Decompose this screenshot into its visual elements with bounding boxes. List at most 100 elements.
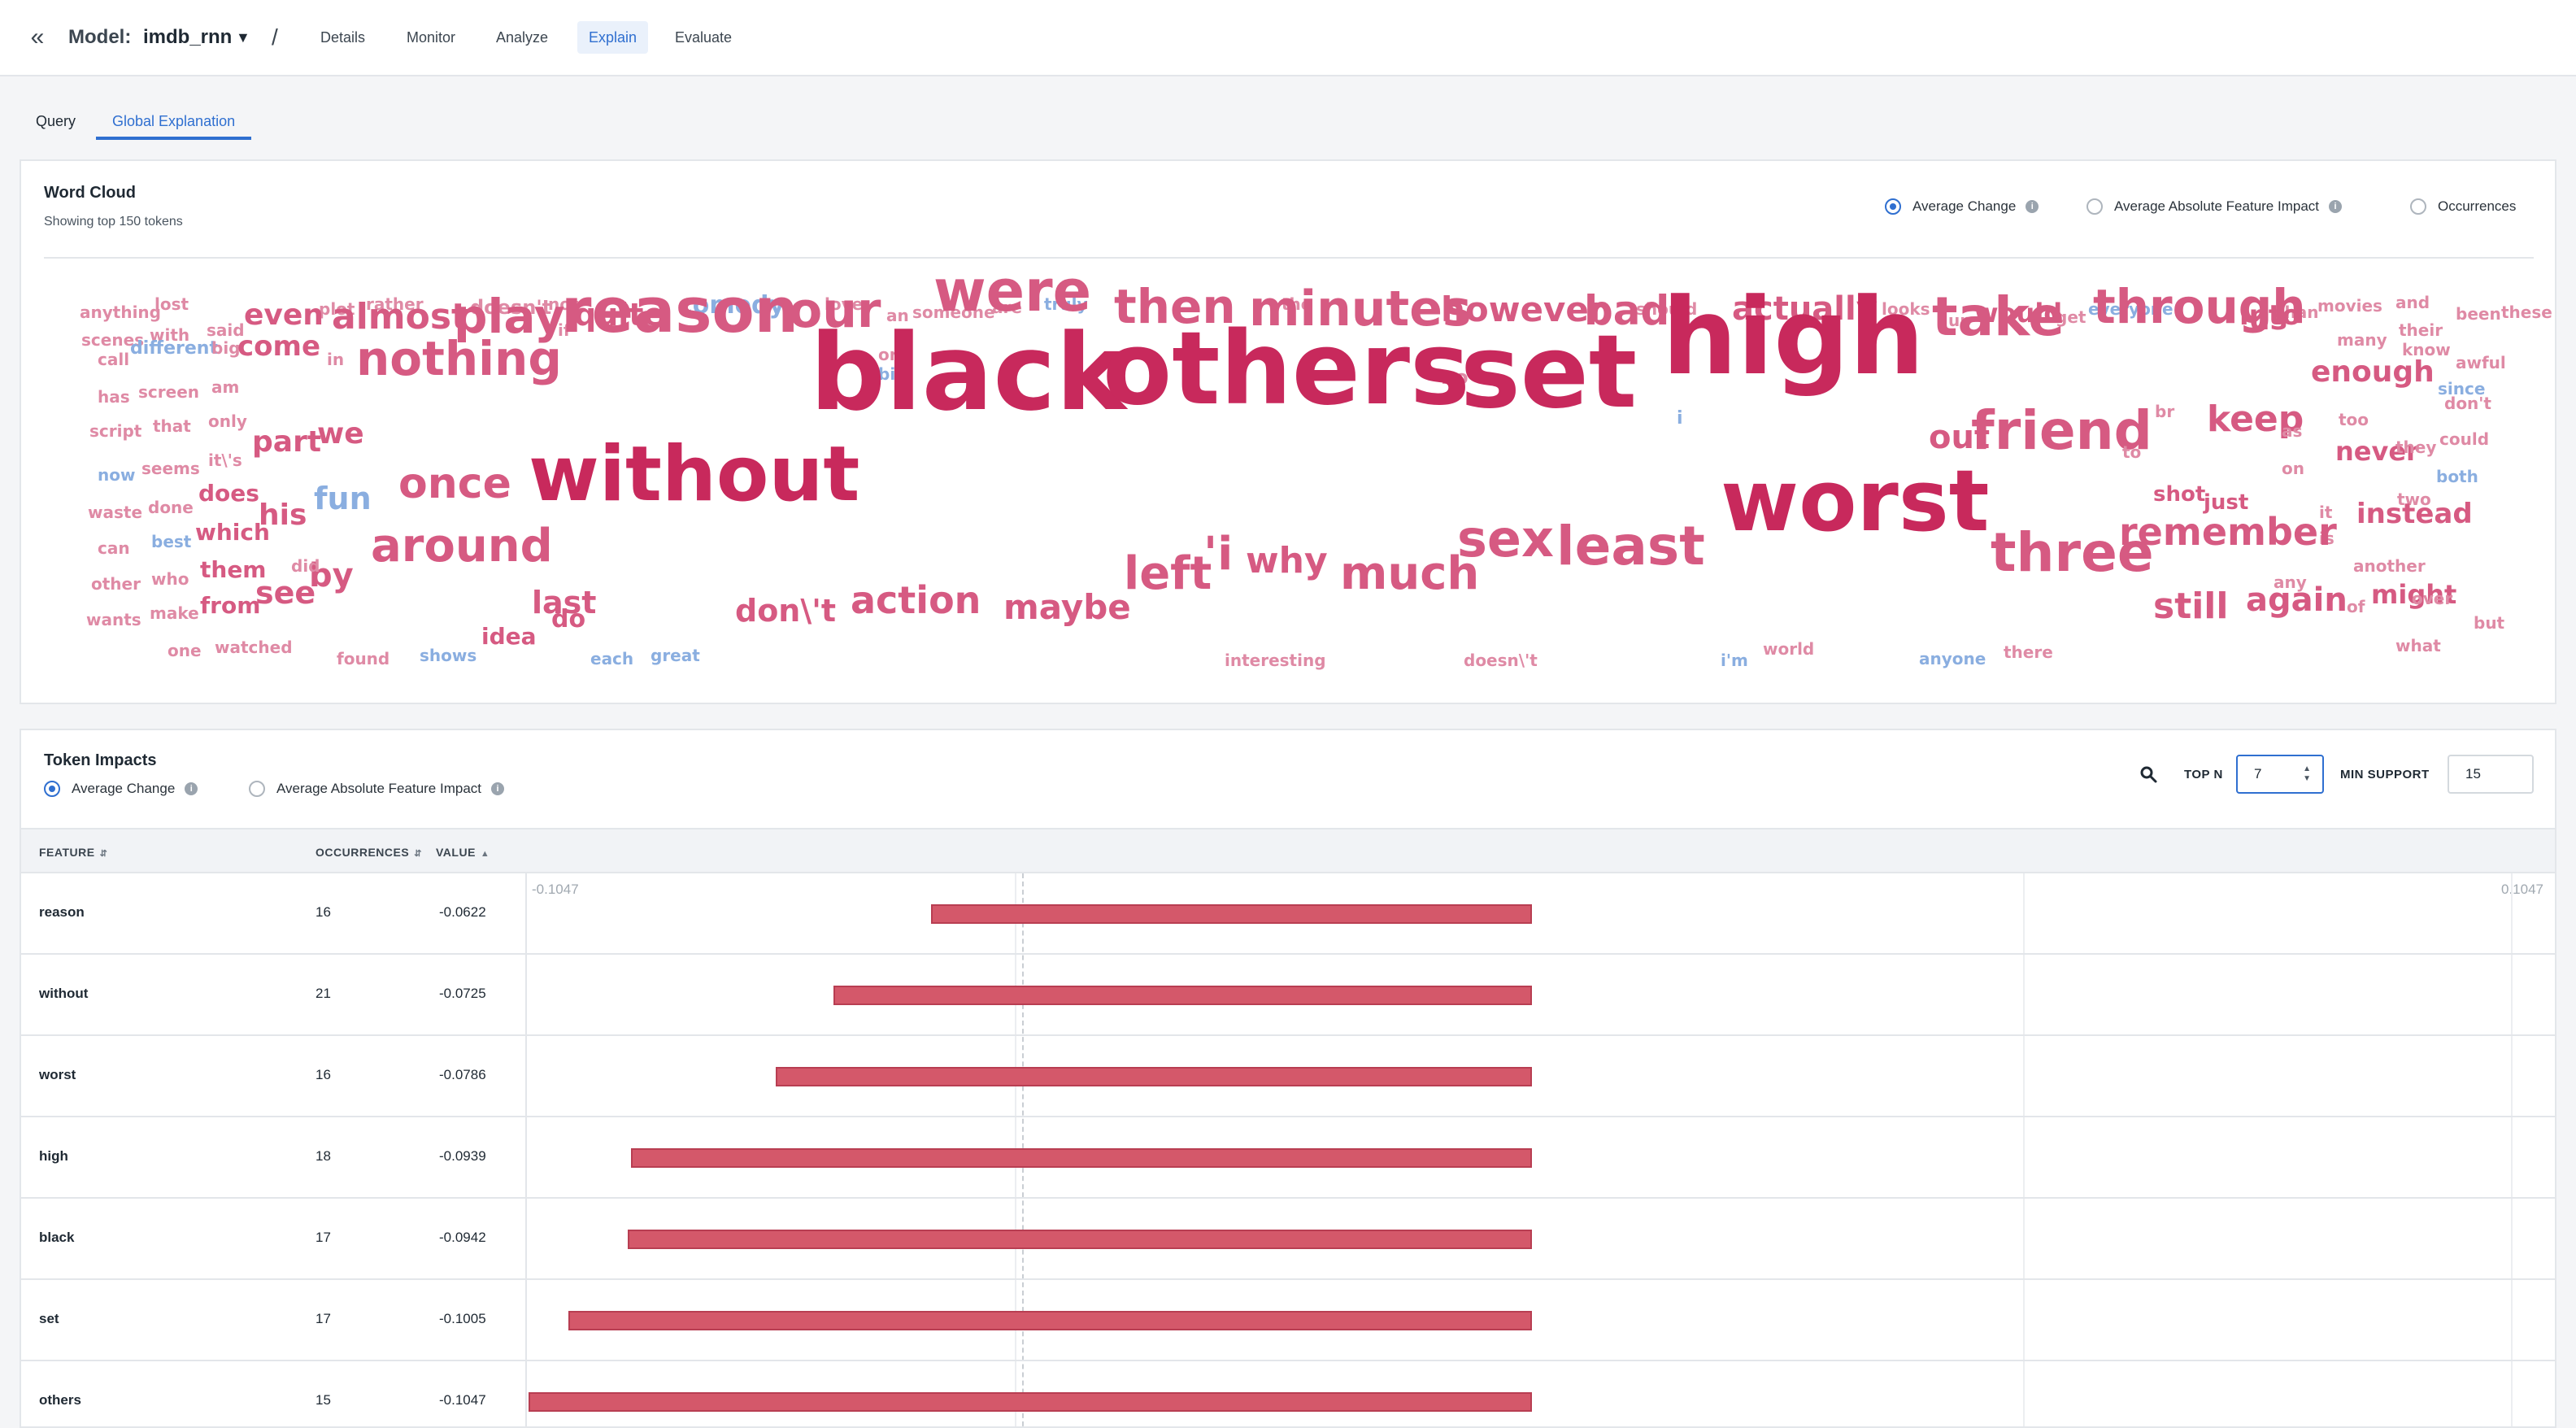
word-cloud-token[interactable]: once [398,463,511,505]
word-cloud-token[interactable]: nothing [356,335,562,382]
nav-details[interactable]: Details [309,21,376,54]
word-cloud-token[interactable]: 'i [1203,531,1233,577]
nav-monitor[interactable]: Monitor [395,21,467,54]
table-row[interactable]: high 18 -0.0939 [21,1117,2555,1199]
word-cloud-token[interactable]: am [211,379,239,395]
word-cloud-token[interactable]: screen [138,384,199,400]
word-cloud-token[interactable]: fun [314,483,372,514]
column-occurrences[interactable]: OCCURRENCES ⇵ [315,846,422,859]
word-cloud-token[interactable]: these [2501,304,2552,320]
word-cloud-token[interactable]: enough [2311,357,2435,387]
word-cloud-token[interactable]: interesting [1225,652,1326,668]
word-cloud-token[interactable]: great [651,647,700,664]
word-cloud-token[interactable]: come [237,333,320,360]
stepper-arrows-icon[interactable]: ▲ ▼ [2303,764,2311,784]
word-cloud-token[interactable]: idea [481,625,537,648]
word-cloud-token[interactable]: see [255,577,315,608]
word-cloud-token[interactable]: and [2395,294,2430,311]
word-cloud-token[interactable]: make [150,605,199,621]
word-cloud-token[interactable]: lost [154,296,189,312]
word-cloud-token[interactable]: black [810,320,1126,425]
word-cloud-token[interactable]: as [2282,423,2302,439]
word-cloud-token[interactable]: still [2153,589,2228,625]
word-cloud-token[interactable]: found [337,651,389,667]
word-cloud-token[interactable]: it\'s [208,452,242,468]
word-cloud-token[interactable]: done [148,499,194,516]
word-cloud-token[interactable]: anyone [1919,651,1986,667]
word-cloud-token[interactable]: call [98,351,129,368]
word-cloud-token[interactable]: sex [1457,514,1554,564]
word-cloud-token[interactable]: one [168,642,202,659]
word-cloud-token[interactable]: why [1246,543,1328,579]
word-cloud-token[interactable]: they [2395,439,2436,455]
word-cloud-token[interactable]: other [91,576,141,592]
word-cloud-token[interactable]: do [551,607,585,632]
word-cloud-token[interactable]: to [2122,444,2141,460]
option-average-change[interactable]: Average Change i [44,781,198,797]
word-cloud-token[interactable]: waste [88,504,142,520]
word-cloud-token[interactable]: i'm [1721,652,1748,668]
word-cloud-token[interactable]: left [1124,551,1212,597]
word-cloud-token[interactable]: over [2412,590,2452,607]
word-cloud-token[interactable]: only [208,413,247,429]
word-cloud-token[interactable]: high [1662,284,1925,390]
word-cloud-token[interactable]: but [2474,615,2504,631]
word-cloud-token[interactable]: big [211,340,241,356]
word-cloud-token[interactable]: who [151,571,189,587]
word-cloud-token[interactable]: their [2399,322,2443,338]
option-average-change[interactable]: Average Change i [1885,198,2039,215]
word-cloud-token[interactable]: can [98,540,130,556]
top-n-input[interactable]: 7 ▲ ▼ [2236,755,2324,794]
word-cloud-token[interactable]: three [1991,525,2154,580]
word-cloud-token[interactable]: wants [86,612,141,628]
option-occurrences[interactable]: Occurrences [2410,198,2516,215]
word-cloud-token[interactable]: take [1932,290,2065,344]
info-icon[interactable]: i [2026,200,2039,213]
table-row[interactable]: worst 16 -0.0786 [21,1036,2555,1117]
word-cloud-token[interactable]: i [1677,410,1683,428]
word-cloud-token[interactable]: around [371,523,553,569]
word-cloud-token[interactable]: set [1460,322,1637,423]
word-cloud-token[interactable]: action [851,581,981,619]
word-cloud-token[interactable]: maybe [1003,590,1131,625]
table-row[interactable]: reason 16 -0.0622 [21,873,2555,955]
option-average-absolute-feature-impact[interactable]: Average Absolute Feature Impact i [2086,198,2343,215]
word-cloud-token[interactable]: doesn\'t [1464,652,1538,668]
word-cloud-token[interactable]: another [2353,558,2426,574]
word-cloud-token[interactable]: without [529,437,859,513]
table-row[interactable]: set 17 -0.1005 [21,1280,2555,1361]
word-cloud-token[interactable]: there [2004,644,2053,660]
word-cloud-token[interactable]: many [2337,332,2387,348]
tab-query[interactable]: Query [36,107,76,140]
word-cloud-token[interactable]: does [198,481,259,505]
word-cloud-token[interactable]: reason [561,279,798,342]
word-cloud-token[interactable]: too [2339,411,2369,428]
word-cloud-token[interactable]: don't [2444,395,2491,411]
option-average-absolute-feature-impact[interactable]: Average Absolute Feature Impact i [249,781,505,797]
word-cloud-token[interactable]: shot [2153,484,2205,505]
word-cloud-token[interactable]: best [151,533,191,550]
word-cloud-token[interactable]: we [317,419,364,449]
column-value[interactable]: VALUE ▲ [436,846,490,859]
nav-explain[interactable]: Explain [577,21,649,54]
word-cloud-token[interactable]: us [2249,305,2287,335]
word-cloud-token[interactable]: worst [1721,459,1989,543]
word-cloud-token[interactable]: awful [2456,355,2506,371]
word-cloud-token[interactable]: instead [2356,500,2473,528]
word-cloud-token[interactable]: world [1763,641,1814,657]
search-icon[interactable] [2139,764,2158,784]
word-cloud-token[interactable]: been [2456,306,2501,322]
word-cloud-token[interactable]: each [590,651,633,667]
double-chevron-left-icon[interactable]: « [24,23,50,52]
word-cloud-token[interactable]: br [2155,403,2174,420]
word-cloud-token[interactable]: that [153,418,191,434]
info-icon[interactable]: i [2329,200,2343,213]
word-cloud-token[interactable]: don\'t [735,595,836,626]
word-cloud-token[interactable]: seems [141,460,200,477]
word-cloud-token[interactable]: least [1556,519,1705,573]
word-cloud-token[interactable]: which [195,520,270,544]
column-feature[interactable]: FEATURE ⇵ [39,846,107,859]
word-cloud-token[interactable]: of [2347,599,2365,615]
word-cloud-token[interactable]: what [2395,638,2441,654]
min-support-input[interactable]: 15 [2448,755,2534,794]
